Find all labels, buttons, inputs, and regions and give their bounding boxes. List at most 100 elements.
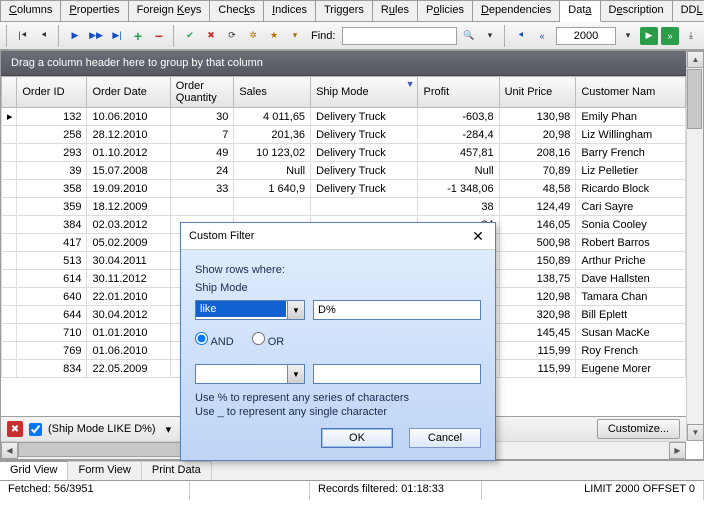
cell[interactable]: 320,98 [499,306,576,324]
cell[interactable]: 28.12.2010 [87,126,170,144]
goto-icon[interactable]: ▾ [286,27,304,45]
cell[interactable]: Delivery Truck [311,126,418,144]
cell[interactable]: 48,58 [499,180,576,198]
export-icon[interactable]: ⤓ [682,27,700,45]
cell[interactable]: Delivery Truck [311,180,418,198]
page-prev-icon[interactable]: ⯇ [512,27,530,45]
page-size-input[interactable] [556,27,616,45]
cell[interactable]: 500,98 [499,234,576,252]
nav-first-icon[interactable]: |⯇ [14,27,32,45]
add-row-icon[interactable]: + [129,27,147,45]
column-header[interactable]: Unit Price [499,77,576,108]
table-row[interactable]: ▸13210.06.2010304 011,65Delivery Truck-6… [2,108,686,126]
cell[interactable]: 130,98 [499,108,576,126]
commit-icon[interactable]: ✔ [181,27,199,45]
cell[interactable] [170,198,234,216]
cell[interactable]: 33 [170,180,234,198]
cell[interactable]: 30.04.2011 [87,252,170,270]
column-header[interactable]: Ship Mode▼ [311,77,418,108]
find-input[interactable] [342,27,457,45]
cancel-button[interactable]: Cancel [409,428,481,448]
tab-checks[interactable]: Checks [210,0,264,21]
tab-dependencies[interactable]: Dependencies [473,0,560,21]
cell[interactable]: Liz Pelletier [576,162,686,180]
cell[interactable]: 644 [17,306,87,324]
cell[interactable]: 30.04.2012 [87,306,170,324]
cell[interactable]: 1 640,9 [234,180,311,198]
cell[interactable]: Delivery Truck [311,144,418,162]
tab-policies[interactable]: Policies [418,0,473,21]
refresh-icon[interactable]: ⟳ [223,27,241,45]
cell[interactable]: Cari Sayre [576,198,686,216]
cell[interactable]: Delivery Truck [311,108,418,126]
scroll-right-icon[interactable]: ▶ [669,442,686,459]
cell[interactable]: 20,98 [499,126,576,144]
cell[interactable]: 769 [17,342,87,360]
table-row[interactable]: 35819.09.2010331 640,9Delivery Truck-1 3… [2,180,686,198]
cell[interactable]: 01.10.2012 [87,144,170,162]
value1-input[interactable] [313,300,481,320]
vertical-scrollbar[interactable]: ▲ ▼ [686,51,703,441]
or-radio[interactable]: OR [252,332,285,348]
nav-play-icon[interactable]: ▶ [66,27,84,45]
cell[interactable]: 38 [418,198,499,216]
cell[interactable]: Sonia Cooley [576,216,686,234]
scroll-left-icon[interactable]: ◀ [1,442,18,459]
cell[interactable]: 4 011,65 [234,108,311,126]
cell[interactable]: 05.02.2009 [87,234,170,252]
tab-ddl[interactable]: DDL [673,0,704,21]
table-row[interactable]: 3915.07.200824NullDelivery TruckNull70,8… [2,162,686,180]
cell[interactable]: Null [418,162,499,180]
cell[interactable]: Bill Eplett [576,306,686,324]
cell[interactable]: 7 [170,126,234,144]
cell[interactable]: 258 [17,126,87,144]
scroll-down-icon[interactable]: ▼ [687,424,704,441]
cell[interactable]: Eugene Morer [576,360,686,378]
cell[interactable]: 01.06.2010 [87,342,170,360]
cell[interactable]: -284,4 [418,126,499,144]
page-go-icon[interactable]: ▶ [640,27,658,45]
cell[interactable]: 124,49 [499,198,576,216]
nav-last-icon[interactable]: ▶| [108,27,126,45]
cell[interactable]: Emily Phan [576,108,686,126]
cell[interactable]: 30.11.2012 [87,270,170,288]
tab-triggers[interactable]: Triggers [316,0,373,21]
cell[interactable]: Delivery Truck [311,162,418,180]
value2-input[interactable] [313,364,481,384]
table-row[interactable]: 25828.12.20107201,36Delivery Truck-284,4… [2,126,686,144]
dialog-close-icon[interactable]: ✕ [469,228,487,244]
delete-row-icon[interactable]: − [150,27,168,45]
cell[interactable]: 640 [17,288,87,306]
cell[interactable]: 710 [17,324,87,342]
filter-indicator-icon[interactable]: ▼ [406,79,415,89]
cell[interactable]: 15.07.2008 [87,162,170,180]
cell[interactable]: Dave Hallsten [576,270,686,288]
cell[interactable]: 145,45 [499,324,576,342]
cell[interactable]: 30 [170,108,234,126]
table-row[interactable]: 29301.10.20124910 123,02Delivery Truck45… [2,144,686,162]
cell[interactable]: Susan MacKe [576,324,686,342]
filter-icon[interactable]: ✲ [244,27,262,45]
cell[interactable]: 115,99 [499,342,576,360]
operator2-combo[interactable]: ▼ [195,364,305,384]
cell[interactable]: 24 [170,162,234,180]
tab-description[interactable]: Description [601,0,673,21]
page-go-all-icon[interactable]: » [661,27,679,45]
cell[interactable]: Null [234,162,311,180]
cell[interactable] [311,198,418,216]
bottom-tab-grid-view[interactable]: Grid View [0,461,68,480]
cell[interactable]: 513 [17,252,87,270]
cell[interactable]: 10.06.2010 [87,108,170,126]
bottom-tab-print-data[interactable]: Print Data [142,461,212,480]
column-header[interactable]: Profit [418,77,499,108]
cell[interactable]: 150,89 [499,252,576,270]
cell[interactable]: 614 [17,270,87,288]
chevron-down-icon[interactable]: ▼ [287,301,304,319]
page-prev2-icon[interactable]: « [533,27,551,45]
cancel-icon[interactable]: ✖ [202,27,220,45]
cell[interactable]: Arthur Priche [576,252,686,270]
tab-rules[interactable]: Rules [373,0,418,21]
cell[interactable]: 10 123,02 [234,144,311,162]
scroll-thumb[interactable] [687,69,702,129]
cell[interactable]: 132 [17,108,87,126]
